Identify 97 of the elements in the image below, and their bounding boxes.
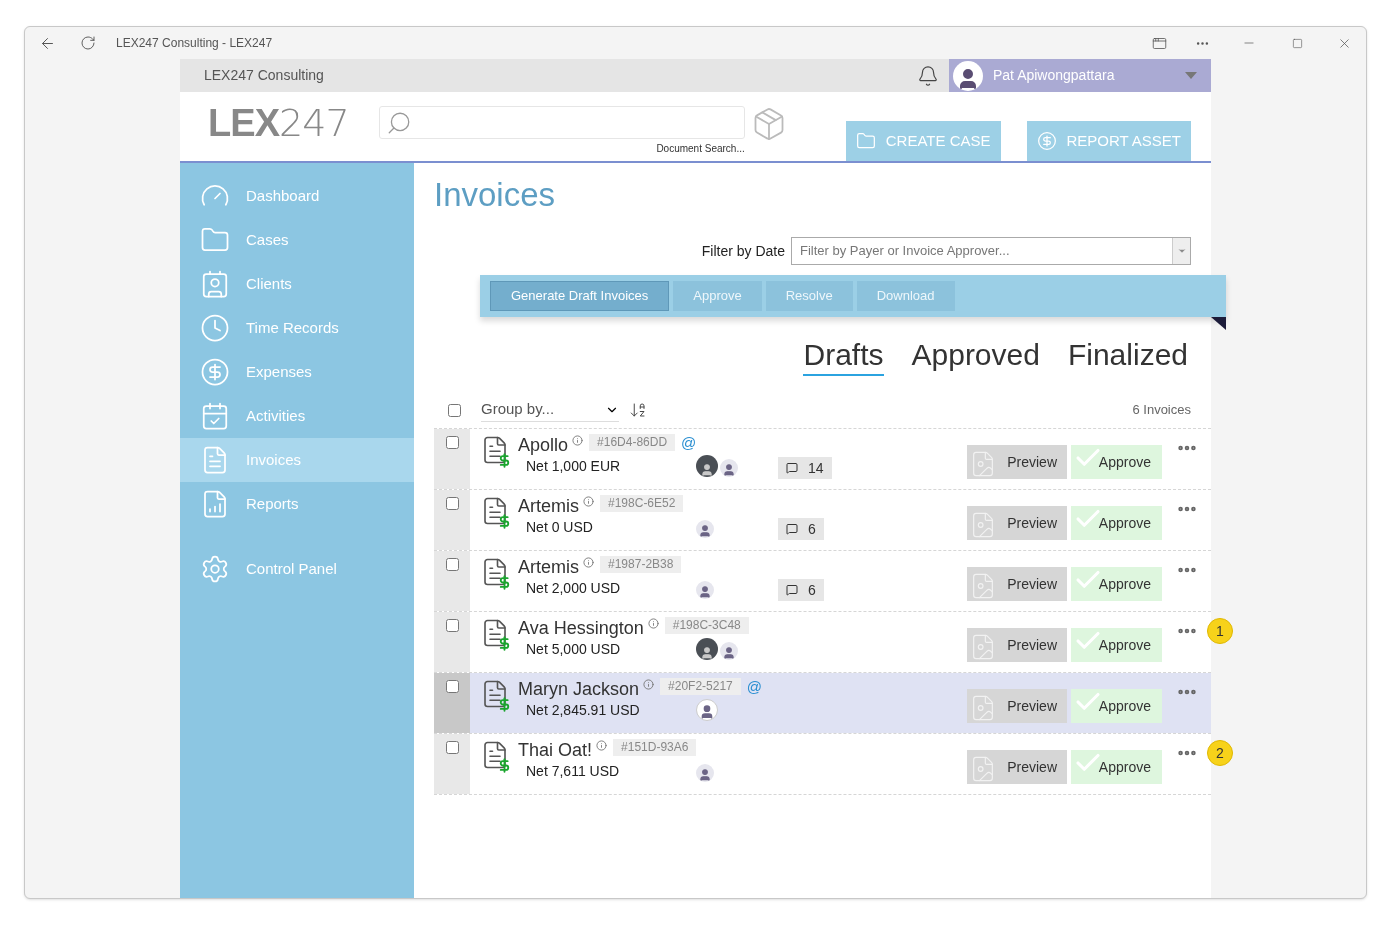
comment-count: 6: [778, 518, 824, 540]
dollar-icon: [200, 357, 230, 387]
row-checkbox[interactable]: [445, 436, 459, 449]
step-badge: 1: [1207, 618, 1233, 644]
info-icon: [596, 740, 608, 751]
status-tab[interactable]: Approved: [911, 337, 1040, 376]
status-tab[interactable]: Drafts: [803, 337, 884, 376]
invoice-id: #198C-3C48: [664, 617, 749, 634]
invoice-row[interactable]: Artemis #198C-6E52 Net 0 USD 6 Preview Approve: [434, 490, 1211, 551]
net-amount: Net 2,845.91 USD: [526, 701, 640, 719]
invoice-id: #151D-93A6: [613, 739, 697, 756]
avatar: [696, 581, 714, 599]
avatar: [696, 455, 718, 477]
avatar: [696, 638, 718, 660]
fold-corner: [1211, 317, 1226, 330]
approve-button[interactable]: Approve: [1071, 628, 1162, 662]
info-icon: [583, 557, 594, 568]
caret-icon: [1185, 72, 1197, 79]
mention-marker: @: [681, 433, 697, 453]
folder-icon: [855, 131, 876, 151]
caret-icon: [1176, 246, 1187, 256]
approve-button[interactable]: Approve: [1071, 750, 1162, 784]
avatar: [696, 699, 718, 721]
invoice-id: #1987-2B38: [600, 556, 682, 573]
row-checkbox[interactable]: [445, 680, 459, 693]
client-name: Artemis: [518, 495, 579, 518]
info-icon: [572, 435, 584, 446]
row-checkbox[interactable]: [445, 497, 459, 510]
user-name: Pat Apiwongpattara: [993, 66, 1115, 85]
comment-icon: [786, 523, 798, 535]
invoice-row[interactable]: Apollo #16D4-86DD @ Net 1,000 EUR 14 Preview Approve: [434, 429, 1211, 490]
maximize-icon[interactable]: [1292, 37, 1303, 49]
info-icon: [583, 496, 594, 507]
app-icon[interactable]: [1152, 35, 1167, 51]
invoice-id: #20F2-5217: [660, 678, 741, 695]
preview-button[interactable]: Preview: [967, 628, 1067, 662]
invoice-row[interactable]: Ava Hessington #198C-3C48 Net 5,000 USD Preview Approve: [434, 612, 1211, 673]
row-checkbox[interactable]: [445, 619, 459, 632]
clock-icon: [200, 313, 230, 343]
comment-count: 14: [778, 457, 832, 479]
net-amount: Net 0 USD: [526, 518, 593, 536]
refresh-icon[interactable]: [80, 35, 96, 51]
user-avatar: [953, 60, 983, 91]
calendar-icon: [200, 401, 230, 431]
info-icon: [647, 618, 659, 629]
approve-button[interactable]: Approve: [1071, 445, 1162, 479]
client-name: Thai Oat!: [518, 739, 593, 762]
preview-button[interactable]: Preview: [967, 445, 1067, 479]
client-name: Ava Hessington: [518, 617, 644, 640]
net-amount: Net 5,000 USD: [526, 640, 621, 658]
net-amount: Net 2,000 USD: [526, 579, 621, 597]
preview-button[interactable]: Preview: [967, 567, 1067, 601]
row-checkbox[interactable]: [445, 558, 459, 571]
client-name: Apollo: [518, 434, 569, 457]
client-name: Maryn Jackson: [518, 678, 640, 701]
organization-name: LEX247 Consulting: [204, 66, 324, 85]
settings-icon: [200, 554, 230, 584]
comment-count: 6: [778, 579, 824, 601]
approve-button[interactable]: Approve: [1071, 689, 1162, 723]
invoice-count: 6 Invoices: [1132, 401, 1191, 420]
select-all-checkbox[interactable]: [448, 403, 461, 417]
invoice-row[interactable]: Maryn Jackson #20F2-5217 @ Net 2,845.91 USD Preview Approve: [434, 673, 1211, 734]
invoice-row[interactable]: Artemis #1987-2B38 Net 2,000 USD 6 Preview Approve: [434, 551, 1211, 612]
preview-button[interactable]: Preview: [967, 506, 1067, 540]
avatar: [696, 764, 714, 782]
avatar: [720, 642, 738, 660]
search-field[interactable]: [378, 106, 745, 139]
contact-card-icon: [200, 269, 230, 299]
mention-marker: @: [746, 677, 762, 697]
filter-label: Filter by Date: [701, 241, 785, 261]
invoice-id: #16D4-86DD: [589, 434, 676, 451]
window-title: LEX247 Consulting - LEX247: [116, 35, 273, 52]
bell-icon[interactable]: [917, 64, 939, 87]
comment-icon: [786, 462, 798, 474]
dollar-icon: [1036, 131, 1057, 151]
comment-icon: [786, 584, 798, 596]
logo: LEX247: [208, 104, 349, 147]
step-badge: 2: [1207, 740, 1233, 766]
row-checkbox[interactable]: [445, 741, 459, 754]
approve-button[interactable]: Approve: [1071, 567, 1162, 601]
group-by-dropdown[interactable]: Group by...: [481, 398, 619, 422]
sort-icon[interactable]: [629, 401, 647, 419]
avatar: [720, 459, 738, 477]
net-amount: Net 1,000 EUR: [526, 457, 621, 475]
approve-button[interactable]: Approve: [1071, 506, 1162, 540]
filter-dropdown[interactable]: Filter by Payer or Invoice Approver...: [791, 237, 1191, 265]
search-hint: Document Search...: [656, 142, 745, 156]
preview-button[interactable]: Preview: [967, 689, 1067, 723]
preview-button[interactable]: Preview: [967, 750, 1067, 784]
page-title: Invoices: [434, 175, 557, 215]
invoice-row[interactable]: Thai Oat! #151D-93A6 Net 7,611 USD Preview Approve: [434, 734, 1211, 795]
status-tab[interactable]: Finalized: [1067, 337, 1188, 376]
client-name: Artemis: [518, 556, 579, 579]
net-amount: Net 7,611 USD: [526, 762, 620, 780]
invoice-id: #198C-6E52: [600, 495, 684, 512]
avatar: [696, 520, 714, 538]
info-icon: [643, 679, 655, 690]
